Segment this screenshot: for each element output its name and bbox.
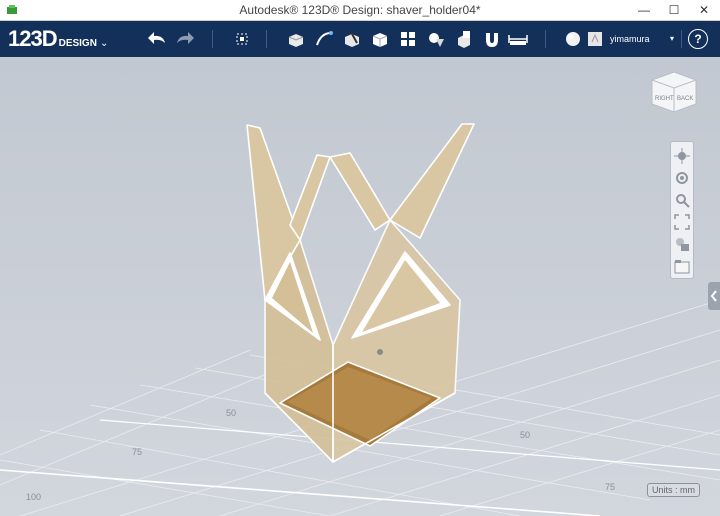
pan-icon[interactable] (674, 148, 690, 164)
materials-icon[interactable] (674, 258, 690, 274)
grid-label: 75 (605, 482, 615, 492)
main-toolbar: 123D DESIGN ⌄ yimamura ▾ ? (0, 21, 720, 57)
minimize-button[interactable]: — (630, 0, 658, 20)
user-dropdown-icon[interactable]: ▾ (670, 34, 674, 43)
primitives-icon[interactable] (285, 29, 307, 49)
fit-icon[interactable] (674, 214, 690, 230)
transform-icon[interactable] (231, 29, 253, 49)
text-icon[interactable] (584, 29, 606, 49)
scene[interactable]: 50 75 100 25 50 75 (0, 57, 720, 516)
measure-icon[interactable] (507, 29, 529, 49)
shaver-holder-model[interactable] (246, 123, 475, 463)
combine-icon[interactable] (453, 29, 475, 49)
sketch-icon[interactable] (313, 29, 335, 49)
undo-icon[interactable] (146, 29, 168, 49)
maximize-button[interactable]: ☐ (660, 0, 688, 20)
construct-icon[interactable] (341, 29, 363, 49)
material-icon[interactable] (562, 29, 584, 49)
toolbar-separator (681, 30, 682, 48)
navigation-bar (670, 141, 694, 279)
view-cube[interactable]: RIGHT BACK (651, 71, 697, 113)
viewcube-right-face: RIGHT (655, 96, 674, 102)
app-menu-button[interactable]: 123D DESIGN ⌄ (8, 26, 108, 52)
toolbar-separator (212, 30, 213, 48)
snap-icon[interactable] (481, 29, 503, 49)
title-bar: Autodesk® 123D® Design: shaver_holder04*… (0, 0, 720, 21)
toolbar-separator (266, 30, 267, 48)
help-button[interactable]: ? (688, 29, 708, 49)
logo-design: DESIGN (58, 38, 97, 49)
pattern-icon[interactable] (397, 29, 419, 49)
panel-collapse-tab[interactable] (708, 282, 720, 310)
grouping-icon[interactable] (425, 29, 447, 49)
grid-label: 100 (26, 492, 41, 502)
3d-viewport[interactable]: 50 75 100 25 50 75 (0, 57, 720, 516)
viewcube-back-face: BACK (677, 96, 693, 102)
orbit-icon[interactable] (674, 170, 690, 186)
redo-icon[interactable] (174, 29, 196, 49)
logo-number: 123D (8, 26, 58, 51)
units-indicator[interactable]: Units : mm (647, 483, 701, 497)
window-title: Autodesk® 123D® Design: shaver_holder04* (239, 3, 481, 17)
grid-label: 50 (226, 408, 236, 418)
close-button[interactable]: ✕ (690, 0, 718, 20)
modify-icon[interactable] (369, 29, 391, 49)
view-options-icon[interactable] (674, 236, 690, 252)
chevron-down-icon: ⌄ (99, 38, 109, 49)
chevron-left-icon (710, 290, 717, 302)
zoom-icon[interactable] (674, 192, 690, 208)
user-name[interactable]: yimamura (610, 34, 650, 44)
toolbar-separator (545, 30, 546, 48)
grid-label: 50 (520, 430, 530, 440)
grid-label: 75 (132, 447, 142, 457)
